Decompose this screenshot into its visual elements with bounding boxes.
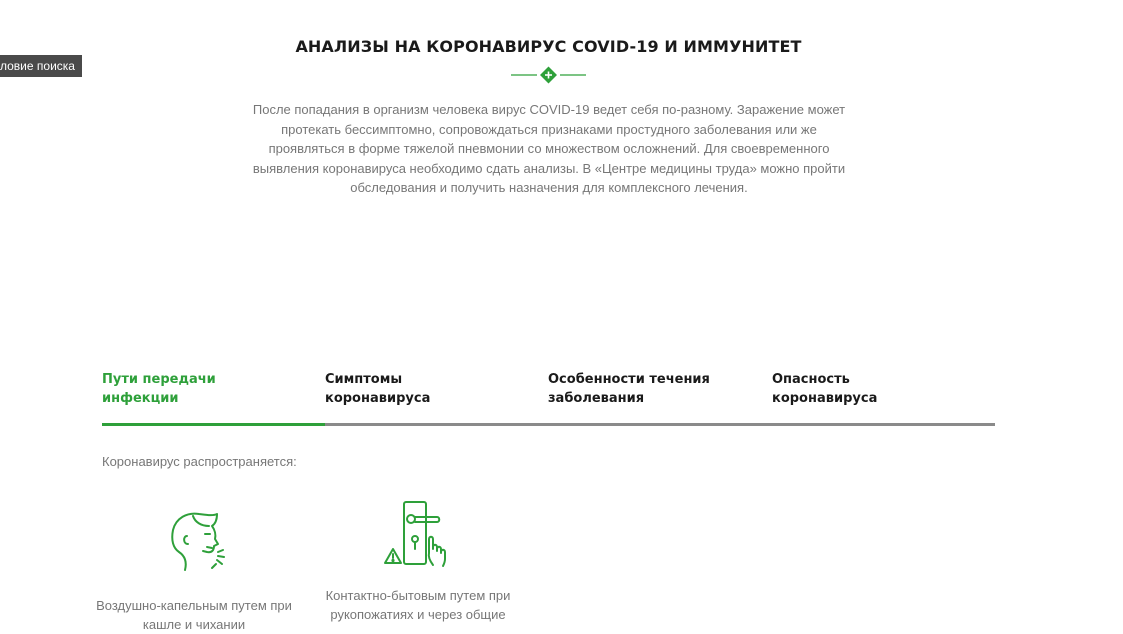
search-condition-tag[interactable]: ловие поиска <box>0 55 82 77</box>
title-divider <box>511 66 586 84</box>
spread-intro: Коронавирус распространяется: <box>102 454 297 469</box>
section-title: АНАЛИЗЫ НА КОРОНАВИРУС COVID-19 И ИММУНИ… <box>295 37 802 56</box>
door-handle-touch-icon <box>384 501 446 567</box>
card-caption: Контактно-бытовым путем при рукопожатиях… <box>325 588 511 622</box>
tab-course[interactable]: Особенности течения заболевания <box>548 370 771 426</box>
tab-label: Опасность коронавируса <box>772 372 878 406</box>
tab-label: Симптомы коронавируса <box>325 372 431 406</box>
tab-transmission[interactable]: Пути передачи инфекции <box>102 370 325 426</box>
tab-label: Особенности течения заболевания <box>548 372 710 406</box>
tab-symptoms[interactable]: Симптомы коронавируса <box>325 370 548 426</box>
tab-label: Пути передачи инфекции <box>102 372 216 406</box>
plus-diamond-icon <box>540 66 557 84</box>
transmission-card-airborne: Воздушно-капельным путем при кашле и чих… <box>94 508 294 634</box>
transmission-card-contact: Контактно-бытовым путем при рукопожатиях… <box>318 499 518 624</box>
active-tab-indicator <box>102 423 325 426</box>
section-intro: После попадания в организм человека виру… <box>252 102 846 195</box>
cough-person-icon <box>171 512 225 571</box>
info-tabs: Пути передачи инфекции Симптомы коронави… <box>102 370 995 426</box>
tab-danger[interactable]: Опасность коронавируса <box>772 370 995 426</box>
card-caption: Воздушно-капельным путем при кашле и чих… <box>96 598 292 632</box>
